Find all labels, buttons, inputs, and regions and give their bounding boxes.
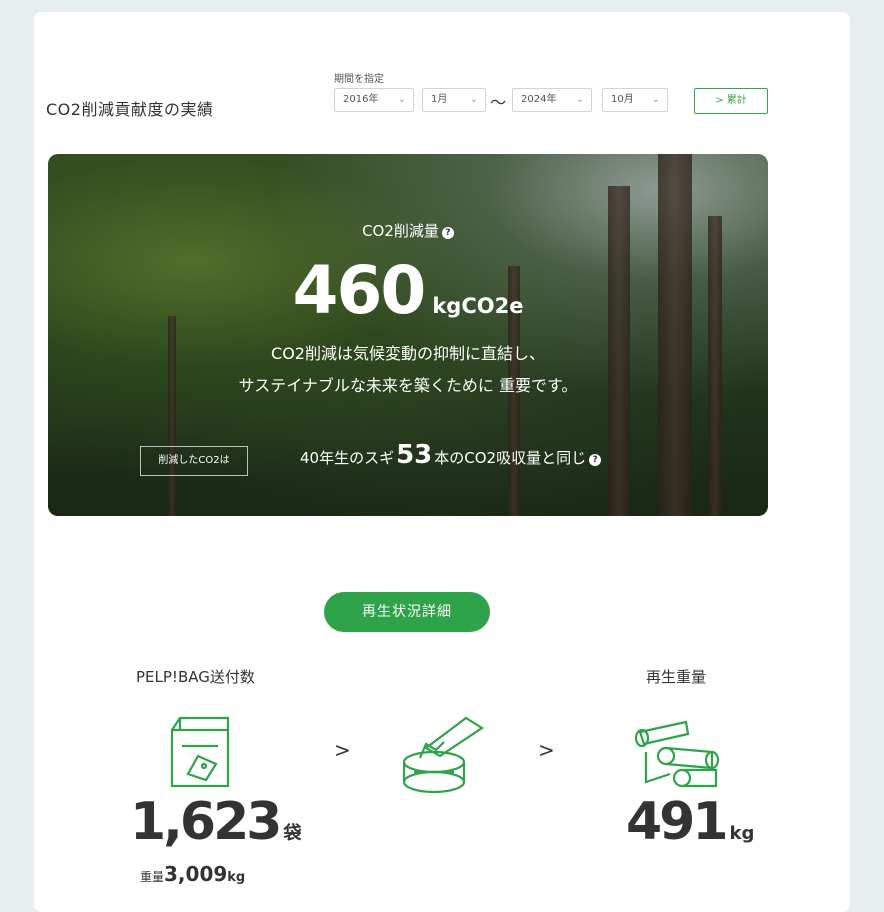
co2-reduction-label: CO2削減量? — [48, 220, 768, 241]
co2-comparison-tag: 削減したCO2は — [140, 446, 248, 476]
co2-value-number: 460 — [292, 252, 427, 329]
bags-weight-unit: kg — [227, 870, 246, 885]
flow-arrow: > — [538, 738, 555, 762]
regen-weight-value: 491 kg — [626, 792, 754, 852]
period-separator: 〜 — [490, 93, 507, 112]
bags-weight-number: 3,009 — [164, 862, 228, 886]
end-year-value: 2024年 — [521, 94, 557, 105]
co2-value-unit: kgCO2e — [432, 294, 524, 318]
chevron-down-icon: ⌄ — [469, 94, 478, 105]
start-month-select[interactable]: 1月 ⌄ — [422, 88, 486, 112]
bags-weight-label: 重量 — [140, 870, 165, 884]
hero-description-line1: CO2削減は気候変動の抑制に直結し、 — [271, 344, 545, 363]
tree-count: 53 — [396, 440, 433, 470]
regen-weight-label: 再生重量 — [646, 668, 707, 686]
chevron-down-icon: ⌄ — [651, 94, 660, 105]
bags-sent-unit: 袋 — [283, 823, 302, 844]
tree-suffix: 本のCO2吸収量と同じ — [434, 449, 587, 467]
co2-reduction-value: 460 kgCO2e — [48, 252, 768, 329]
bags-weight: 重量3,009kg — [140, 862, 245, 886]
hero-description: CO2削減は気候変動の抑制に直結し、 サステイナブルな未来を築くために 重要です… — [48, 338, 768, 402]
bags-sent-number: 1,623 — [130, 792, 282, 852]
page-title: CO2削減貢献度の実績 — [46, 100, 214, 119]
tree-prefix: 40年生のスギ — [300, 449, 395, 467]
recycle-machine-icon — [402, 716, 485, 794]
start-year-value: 2016年 — [343, 94, 379, 105]
question-icon[interactable]: ? — [441, 227, 454, 239]
regen-weight-unit: kg — [729, 823, 755, 844]
co2-hero-banner: CO2削減量? 460 kgCO2e CO2削減は気候変動の抑制に直結し、 サステ… — [48, 154, 768, 516]
flow-arrow: > — [334, 738, 351, 762]
bag-icon — [170, 716, 230, 788]
question-icon[interactable]: ? — [589, 454, 602, 466]
end-month-select[interactable]: 10月 ⌄ — [602, 88, 668, 112]
regen-weight-number: 491 — [626, 792, 729, 852]
paper-rolls-icon — [634, 720, 720, 788]
end-year-select[interactable]: 2024年 ⌄ — [512, 88, 592, 112]
bags-sent-label: PELP!BAG送付数 — [136, 668, 255, 686]
chevron-down-icon: ⌄ — [575, 94, 584, 105]
end-month-value: 10月 — [611, 94, 634, 105]
start-month-value: 1月 — [431, 94, 448, 105]
regeneration-detail-button[interactable]: 再生状況詳細 — [324, 592, 490, 632]
co2-reduction-label-text: CO2削減量 — [362, 222, 439, 240]
tree-equivalent: 40年生のスギ53 本のCO2吸収量と同じ? — [300, 440, 602, 470]
start-year-select[interactable]: 2016年 ⌄ — [334, 88, 414, 112]
total-button[interactable]: > 累計 — [694, 88, 768, 114]
chevron-down-icon: ⌄ — [397, 94, 406, 105]
period-label: 期間を指定 — [334, 74, 384, 85]
hero-description-line2: サステイナブルな未来を築くために 重要です。 — [238, 376, 578, 395]
bags-sent-value: 1,623 袋 — [130, 792, 301, 852]
